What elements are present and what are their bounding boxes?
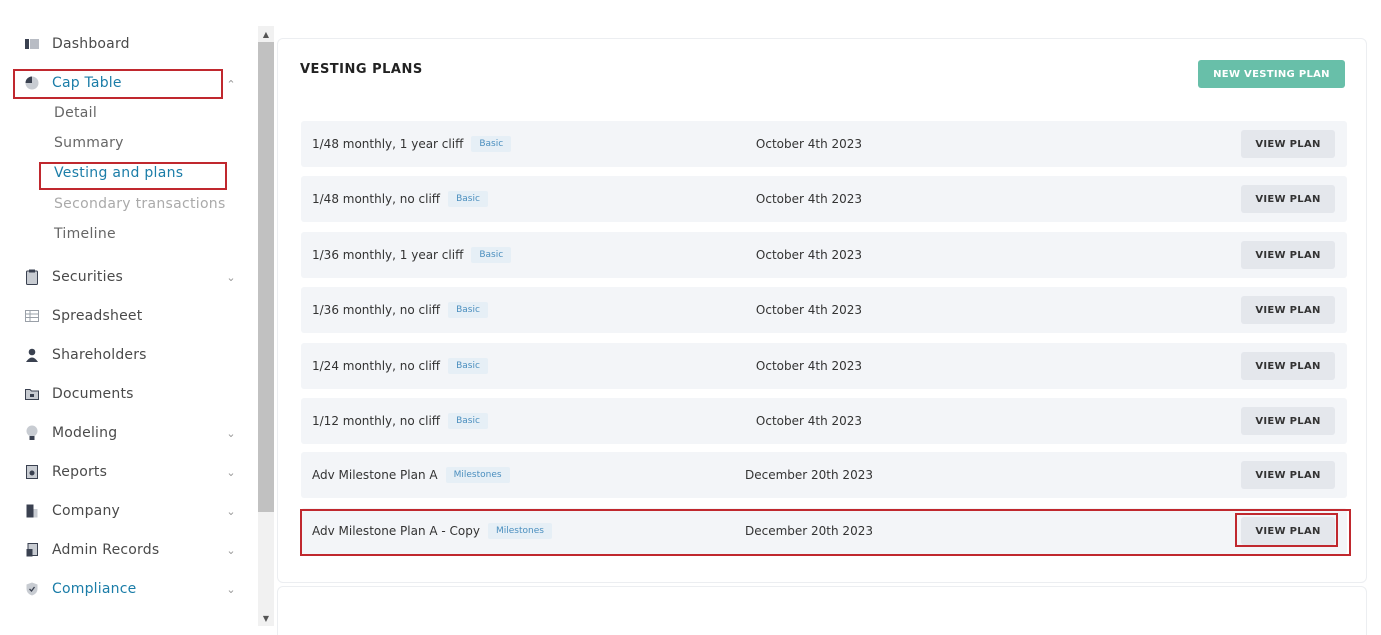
plan-date: December 20th 2023 bbox=[745, 468, 873, 482]
table-row: 1/48 monthly, 1 year cliff Basic October … bbox=[301, 121, 1347, 167]
plan-type-badge: Milestones bbox=[488, 523, 552, 539]
sidebar-subitem-summary[interactable]: Summary bbox=[54, 135, 124, 151]
plan-date: December 20th 2023 bbox=[745, 524, 873, 538]
sidebar-item-modeling[interactable]: Modeling bbox=[24, 421, 117, 445]
table-row: 1/12 monthly, no cliff Basic October 4th … bbox=[301, 398, 1347, 444]
sidebar-item-reports[interactable]: Reports bbox=[24, 460, 107, 484]
plan-name: 1/48 monthly, no cliff bbox=[312, 192, 441, 206]
dashboard-icon bbox=[24, 36, 40, 52]
sidebar-item-label: Cap Table bbox=[52, 75, 122, 91]
sidebar-subitem-timeline[interactable]: Timeline bbox=[54, 226, 116, 242]
chevron-down-icon[interactable]: ⌄ bbox=[225, 505, 237, 518]
sidebar-item-cap-table[interactable]: Cap Table bbox=[24, 71, 122, 95]
vesting-plans-card: VESTING PLANS NEW VESTING PLAN 1/48 mont… bbox=[277, 38, 1367, 583]
sidebar: Dashboard Cap Table ⌃ Detail Summary Ves… bbox=[0, 0, 256, 635]
folder-icon bbox=[24, 386, 40, 402]
plan-type-badge: Milestones bbox=[445, 467, 510, 483]
view-plan-button[interactable]: VIEW PLAN bbox=[1241, 517, 1335, 545]
person-icon bbox=[24, 347, 40, 363]
scroll-down-icon[interactable]: ▼ bbox=[258, 610, 274, 626]
sidebar-item-dashboard[interactable]: Dashboard bbox=[24, 32, 130, 56]
view-plan-button[interactable]: VIEW PLAN bbox=[1241, 407, 1335, 435]
sidebar-scrollbar[interactable]: ▲ ▼ bbox=[258, 26, 274, 626]
view-plan-button[interactable]: VIEW PLAN bbox=[1241, 461, 1335, 489]
sidebar-item-label: Securities bbox=[52, 269, 124, 285]
lightbulb-icon bbox=[24, 425, 40, 441]
sidebar-subitem-vesting-and-plans[interactable]: Vesting and plans bbox=[54, 165, 183, 181]
sidebar-item-shareholders[interactable]: Shareholders bbox=[24, 343, 147, 367]
plan-name: Adv Milestone Plan A - Copy bbox=[312, 524, 480, 538]
sidebar-item-label: Reports bbox=[52, 464, 108, 480]
plan-type-badge: Basic bbox=[448, 358, 488, 374]
sidebar-item-admin-records[interactable]: Admin Records bbox=[24, 538, 159, 562]
chevron-down-icon[interactable]: ⌄ bbox=[225, 427, 237, 440]
admin-icon bbox=[24, 542, 40, 558]
chevron-up-icon[interactable]: ⌃ bbox=[225, 78, 237, 91]
plan-name: 1/24 monthly, no cliff bbox=[312, 359, 441, 373]
plan-type-badge: Basic bbox=[471, 136, 512, 152]
sidebar-item-label: Shareholders bbox=[52, 347, 147, 363]
chevron-down-icon[interactable]: ⌄ bbox=[225, 544, 237, 557]
plan-name: 1/36 monthly, 1 year cliff bbox=[312, 248, 464, 262]
secondary-card bbox=[277, 586, 1367, 635]
table-row: 1/24 monthly, no cliff Basic October 4th … bbox=[301, 343, 1347, 389]
plan-date: October 4th 2023 bbox=[755, 137, 863, 151]
new-vesting-plan-button[interactable]: NEW VESTING PLAN bbox=[1198, 60, 1345, 88]
sidebar-item-label: Dashboard bbox=[52, 36, 130, 52]
view-plan-button[interactable]: VIEW PLAN bbox=[1241, 241, 1335, 269]
plan-date: October 4th 2023 bbox=[755, 192, 863, 206]
plan-name: 1/48 monthly, 1 year cliff bbox=[312, 137, 464, 151]
sidebar-item-compliance[interactable]: Compliance bbox=[24, 577, 136, 601]
plan-name: 1/36 monthly, no cliff bbox=[312, 303, 441, 317]
scroll-thumb[interactable] bbox=[258, 42, 274, 512]
plan-date: October 4th 2023 bbox=[755, 414, 863, 428]
sidebar-item-documents[interactable]: Documents bbox=[24, 382, 134, 406]
report-icon bbox=[24, 464, 40, 480]
table-row: 1/48 monthly, no cliff Basic October 4th … bbox=[301, 176, 1347, 222]
sidebar-item-spreadsheet[interactable]: Spreadsheet bbox=[24, 304, 142, 328]
chevron-down-icon[interactable]: ⌄ bbox=[225, 466, 237, 479]
plan-name: Adv Milestone Plan A bbox=[312, 468, 438, 482]
sidebar-subitem-secondary-transactions[interactable]: Secondary transactions bbox=[54, 196, 226, 212]
chevron-down-icon[interactable]: ⌄ bbox=[225, 271, 237, 284]
building-icon bbox=[24, 503, 40, 519]
view-plan-button[interactable]: VIEW PLAN bbox=[1241, 352, 1335, 380]
table-row: 1/36 monthly, 1 year cliff Basic October … bbox=[301, 232, 1347, 278]
plan-date: October 4th 2023 bbox=[755, 359, 863, 373]
plan-type-badge: Basic bbox=[471, 247, 512, 263]
table-row: Adv Milestone Plan A Milestones December … bbox=[301, 452, 1347, 498]
sidebar-item-label: Spreadsheet bbox=[52, 308, 143, 324]
sidebar-item-label: Documents bbox=[52, 386, 134, 402]
shield-icon bbox=[24, 581, 40, 597]
sidebar-item-label: Compliance bbox=[52, 581, 137, 597]
sidebar-subitem-detail[interactable]: Detail bbox=[54, 105, 97, 121]
table-icon bbox=[24, 308, 40, 324]
table-row: 1/36 monthly, no cliff Basic October 4th … bbox=[301, 287, 1347, 333]
view-plan-button[interactable]: VIEW PLAN bbox=[1241, 185, 1335, 213]
plan-date: October 4th 2023 bbox=[755, 248, 863, 262]
plan-type-badge: Basic bbox=[448, 302, 488, 318]
sidebar-item-securities[interactable]: Securities bbox=[24, 265, 123, 289]
view-plan-button[interactable]: VIEW PLAN bbox=[1241, 130, 1335, 158]
scroll-up-icon[interactable]: ▲ bbox=[258, 26, 274, 42]
sidebar-item-label: Admin Records bbox=[52, 542, 160, 558]
chevron-down-icon[interactable]: ⌄ bbox=[225, 583, 237, 596]
clipboard-icon bbox=[24, 269, 40, 285]
page-title: VESTING PLANS bbox=[300, 62, 423, 77]
table-row: Adv Milestone Plan A - Copy Milestones De… bbox=[301, 508, 1347, 554]
pie-chart-icon bbox=[24, 75, 40, 91]
view-plan-button[interactable]: VIEW PLAN bbox=[1241, 296, 1335, 324]
plan-type-badge: Basic bbox=[448, 191, 488, 207]
sidebar-item-label: Modeling bbox=[52, 425, 118, 441]
plan-date: October 4th 2023 bbox=[755, 303, 863, 317]
plan-type-badge: Basic bbox=[448, 413, 488, 429]
sidebar-item-company[interactable]: Company bbox=[24, 499, 120, 523]
plan-name: 1/12 monthly, no cliff bbox=[312, 414, 441, 428]
sidebar-item-label: Company bbox=[52, 503, 121, 519]
